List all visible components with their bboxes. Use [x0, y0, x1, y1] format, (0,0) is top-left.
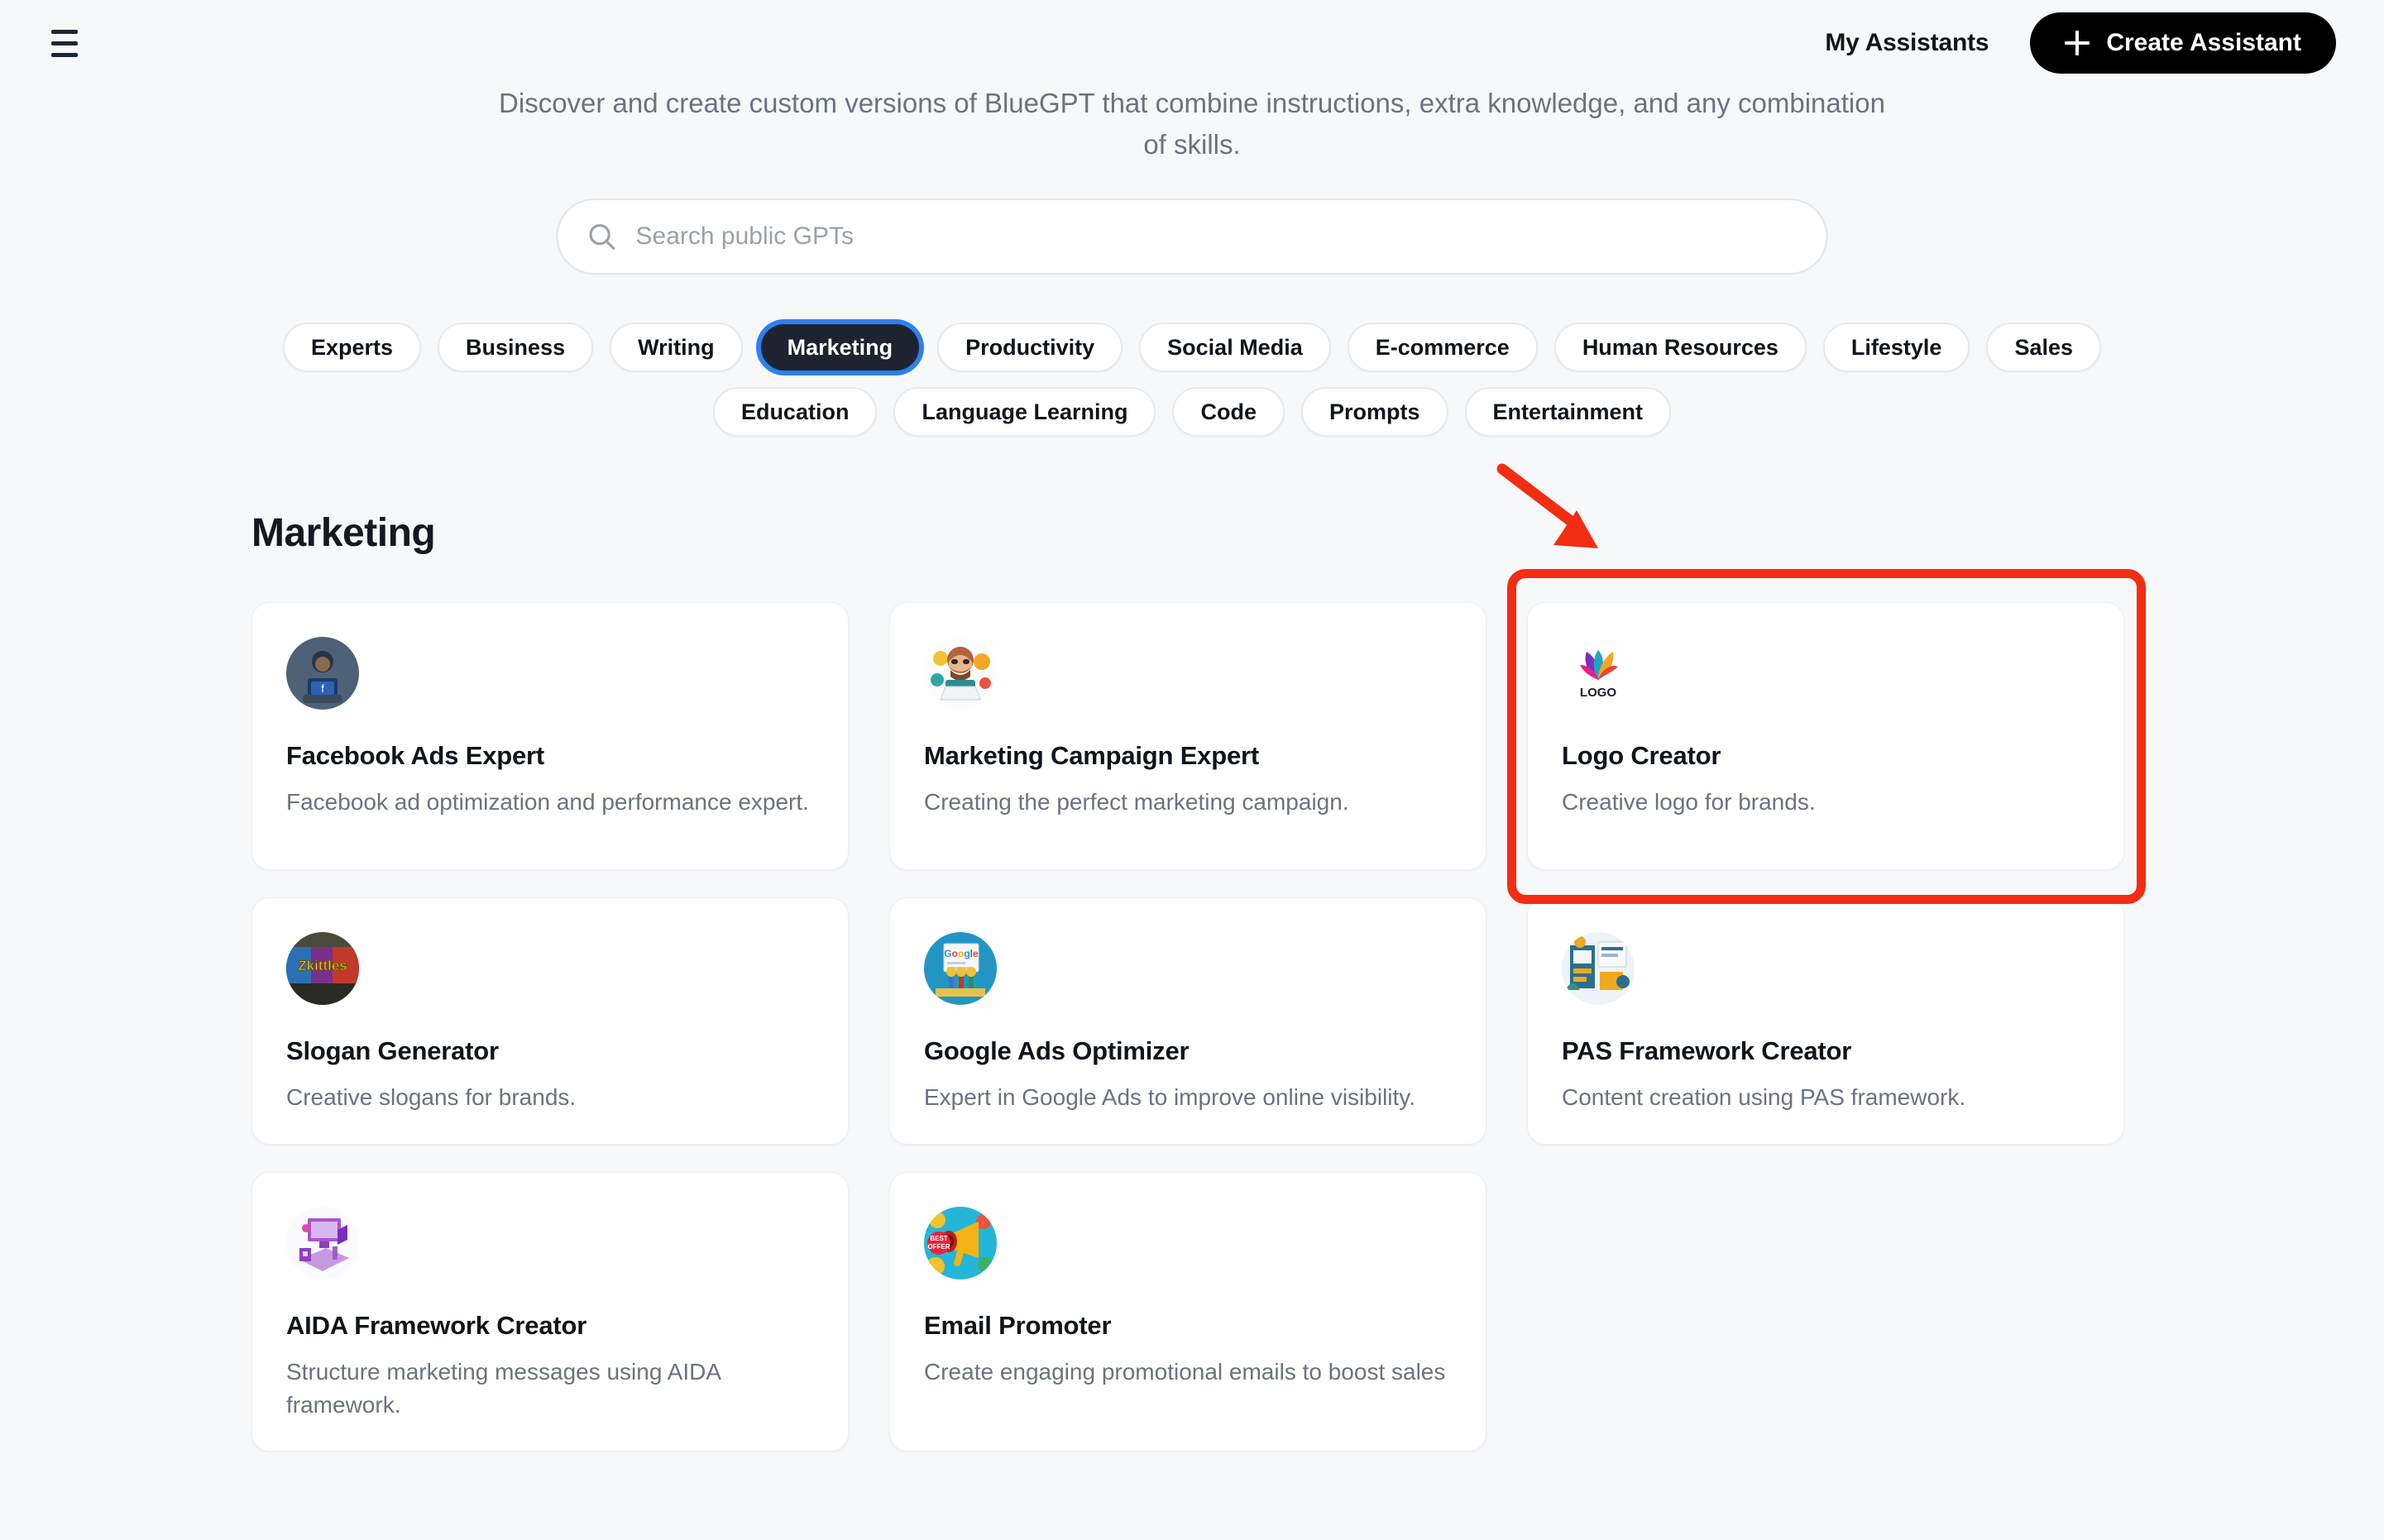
category-pill-code[interactable]: Code [1172, 387, 1285, 437]
category-filter-list: Experts Business Writing Marketing Productiv… [282, 323, 2102, 437]
category-pill-writing[interactable]: Writing [610, 323, 743, 372]
content-workspace-avatar [1562, 932, 1635, 1005]
assistant-card-description: Creative logo for brands. [1562, 789, 1816, 815]
category-pill-prompts[interactable]: Prompts [1300, 387, 1448, 437]
assistant-card-description: Creative slogans for brands. [286, 1084, 577, 1110]
assistant-card[interactable]: Google Google Ads Optimizer Expert in Goo… [889, 897, 1486, 1145]
assistant-card-title: Google Ads Optimizer [924, 1036, 1190, 1065]
page-subtitle: Discover and create custom versions of B… [499, 88, 1885, 160]
assistant-card[interactable]: PAS Framework Creator Content creation us… [1527, 897, 2124, 1145]
graffiti-wall-avatar: Zkittles [286, 932, 359, 1005]
create-assistant-label: Create Assistant [2106, 29, 2301, 56]
colorful-logo-avatar: LOGO [1562, 637, 1635, 710]
category-pill-human-resources[interactable]: Human Resources [1553, 323, 1807, 372]
top-bar: My Assistants Create Assistant [0, 0, 2384, 86]
category-pill-language-learning[interactable]: Language Learning [893, 387, 1156, 437]
hamburger-menu-icon[interactable] [41, 20, 88, 66]
svg-text:LOGO: LOGO [1580, 686, 1616, 700]
svg-text:f: f [321, 682, 324, 695]
google-ads-board-avatar: Google [924, 932, 997, 1005]
category-pill-business[interactable]: Business [438, 323, 594, 372]
assistant-card-description: Structure marketing messages using AIDA … [286, 1358, 720, 1418]
assistant-card-description: Content creation using PAS framework. [1562, 1084, 1966, 1110]
svg-text:OFFER: OFFER [927, 1243, 950, 1251]
svg-text:Zkittles: Zkittles [298, 958, 347, 973]
assistant-card[interactable]: LOGO Logo Creator Creative logo for brands… [1527, 602, 2124, 870]
page-title: Marketing [251, 511, 436, 555]
assistant-card[interactable]: Zkittles Slogan Generator Creative slogans… [251, 897, 849, 1145]
plus-icon [2065, 31, 2090, 55]
category-pill-education[interactable]: Education [712, 387, 878, 437]
bearded-marketer-avatar [924, 637, 997, 710]
category-pill-sales[interactable]: Sales [1986, 323, 2102, 372]
assistant-card-title: PAS Framework Creator [1562, 1036, 1852, 1065]
purple-desk-avatar [286, 1206, 359, 1279]
assistant-card[interactable]: f Facebook Ads Expert Facebook ad optimiz… [251, 602, 849, 870]
create-assistant-button[interactable]: Create Assistant [2030, 12, 2336, 74]
assistant-card-title: AIDA Framework Creator [286, 1310, 587, 1340]
search-input[interactable] [635, 222, 1798, 251]
search-box[interactable] [556, 198, 1828, 275]
assistant-card-title: Slogan Generator [286, 1036, 499, 1065]
category-pill-e-commerce[interactable]: E-commerce [1347, 323, 1538, 372]
svg-text:Google: Google [944, 948, 979, 959]
category-pill-social-media[interactable]: Social Media [1139, 323, 1331, 372]
category-pill-marketing[interactable]: Marketing [759, 323, 922, 372]
assistant-card-description: Create engaging promotional emails to bo… [924, 1358, 1446, 1385]
assistants-discovery-page: My Assistants Create Assistant Discover … [0, 0, 2384, 1540]
assistant-card-title: Logo Creator [1562, 741, 1721, 770]
assistant-card[interactable]: Marketing Campaign Expert Creating the pe… [889, 602, 1486, 870]
assistant-card-title: Marketing Campaign Expert [924, 741, 1259, 770]
my-assistants-link[interactable]: My Assistants [1825, 29, 1989, 57]
category-pill-experts[interactable]: Experts [282, 323, 422, 372]
red-arrow-annotation-icon [1496, 463, 1598, 548]
assistant-card-description: Expert in Google Ads to improve online v… [924, 1084, 1415, 1110]
megaphone-avatar: BEST OFFER [924, 1206, 997, 1279]
category-pill-entertainment[interactable]: Entertainment [1464, 387, 1672, 437]
search-section [556, 198, 1828, 275]
assistant-card-grid: f Facebook Ads Expert Facebook ad optimiz… [251, 602, 2137, 1452]
assistant-card-title: Email Promoter [924, 1310, 1112, 1340]
category-pill-productivity[interactable]: Productivity [937, 323, 1123, 372]
assistant-card[interactable]: BEST OFFER Email Promoter Create engaging … [889, 1171, 1486, 1452]
search-icon [589, 223, 615, 250]
person-with-laptop-avatar: f [286, 637, 359, 710]
assistant-card-description: Facebook ad optimization and performance… [286, 789, 809, 815]
svg-text:BEST: BEST [930, 1235, 947, 1242]
top-bar-actions: My Assistants Create Assistant [1825, 12, 2336, 74]
assistant-card[interactable]: AIDA Framework Creator Structure marketin… [251, 1171, 849, 1452]
assistant-card-title: Facebook Ads Expert [286, 741, 545, 770]
assistant-card-description: Creating the perfect marketing campaign. [924, 789, 1349, 815]
category-pill-lifestyle[interactable]: Lifestyle [1822, 323, 1970, 372]
